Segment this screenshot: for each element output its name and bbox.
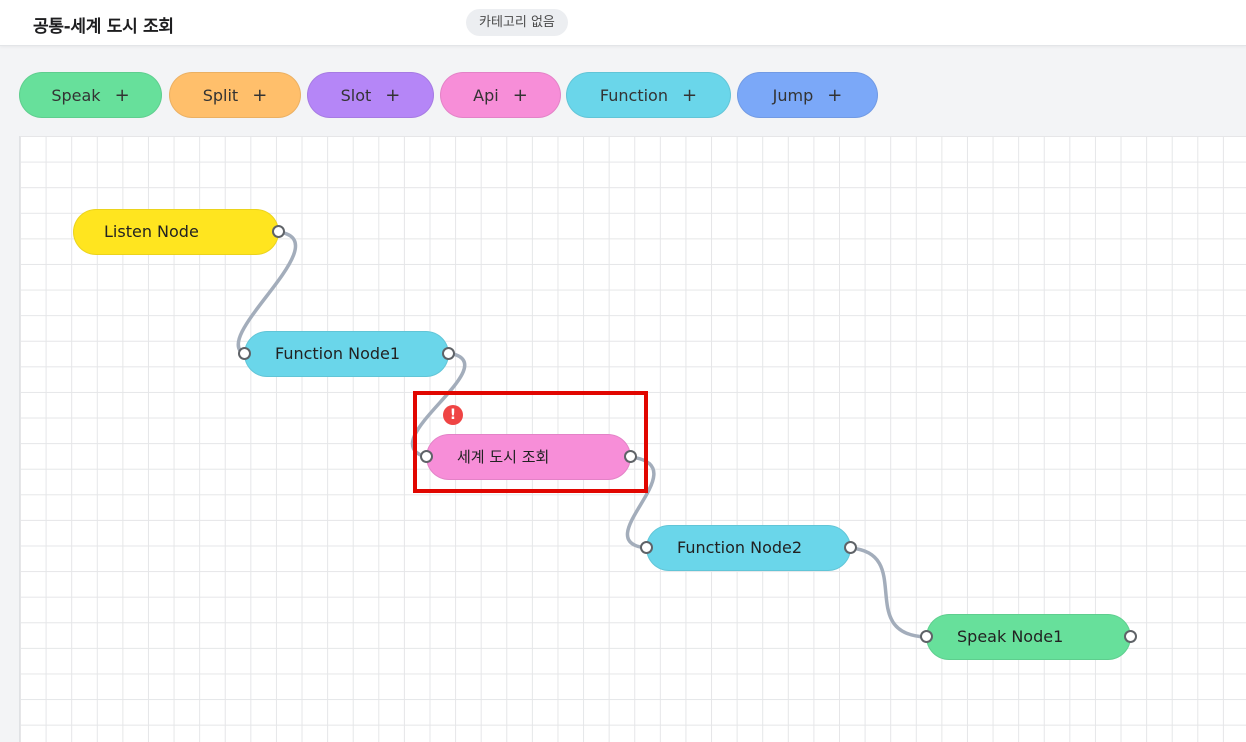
node-toolbar: Speak + Split + Slot + Api + Function + … [0, 72, 1246, 118]
output-port[interactable] [1124, 630, 1137, 643]
add-jump-label: Jump [772, 85, 814, 105]
page-title: 공통-세계 도시 조회 [33, 17, 174, 37]
category-badge[interactable]: 카테고리 없음 [466, 9, 568, 36]
plus-icon: + [252, 84, 268, 106]
plus-icon: + [681, 84, 698, 106]
add-split-button[interactable]: Split + [169, 72, 301, 118]
warning-icon[interactable]: ! [443, 405, 463, 425]
function-node-1-label: Function Node1 [275, 344, 401, 363]
speak-node-1[interactable]: Speak Node1 [920, 614, 1137, 660]
speak-node-1-label: Speak Node1 [957, 627, 1064, 646]
add-function-button[interactable]: Function + [566, 72, 731, 118]
add-api-label: Api [473, 85, 499, 105]
add-api-button[interactable]: Api + [440, 72, 561, 118]
api-node-world-city-lookup[interactable]: 세계 도시 조회 [420, 434, 637, 480]
output-port[interactable] [624, 450, 637, 463]
input-port[interactable] [420, 450, 433, 463]
plus-icon: + [827, 84, 843, 106]
add-speak-button[interactable]: Speak + [19, 72, 162, 118]
add-jump-button[interactable]: Jump + [737, 72, 878, 118]
add-function-label: Function [599, 85, 668, 105]
function-node-1[interactable]: Function Node1 [238, 331, 455, 377]
input-port[interactable] [238, 347, 251, 360]
plus-icon: + [385, 84, 401, 106]
input-port[interactable] [640, 541, 653, 554]
add-slot-label: Slot [340, 85, 372, 105]
add-slot-button[interactable]: Slot + [307, 72, 434, 118]
listen-node-label: Listen Node [104, 222, 199, 241]
header-bar: 공통-세계 도시 조회 카테고리 없음 [0, 0, 1246, 46]
api-node-label: 세계 도시 조회 [457, 448, 550, 466]
add-speak-label: Speak [51, 85, 101, 105]
output-port[interactable] [442, 347, 455, 360]
plus-icon: + [512, 84, 528, 106]
function-node-2-label: Function Node2 [677, 538, 803, 557]
listen-node[interactable]: Listen Node [73, 209, 285, 255]
edge-function2-to-speak1[interactable] [849, 546, 928, 639]
output-port[interactable] [844, 541, 857, 554]
input-port[interactable] [920, 630, 933, 643]
function-node-2[interactable]: Function Node2 [640, 525, 857, 571]
plus-icon: + [114, 84, 130, 106]
flow-canvas[interactable]: Listen Node Function Node1 ! 세계 도시 조회 Fu… [19, 136, 1246, 742]
output-port[interactable] [272, 225, 285, 238]
add-split-label: Split [202, 85, 239, 105]
